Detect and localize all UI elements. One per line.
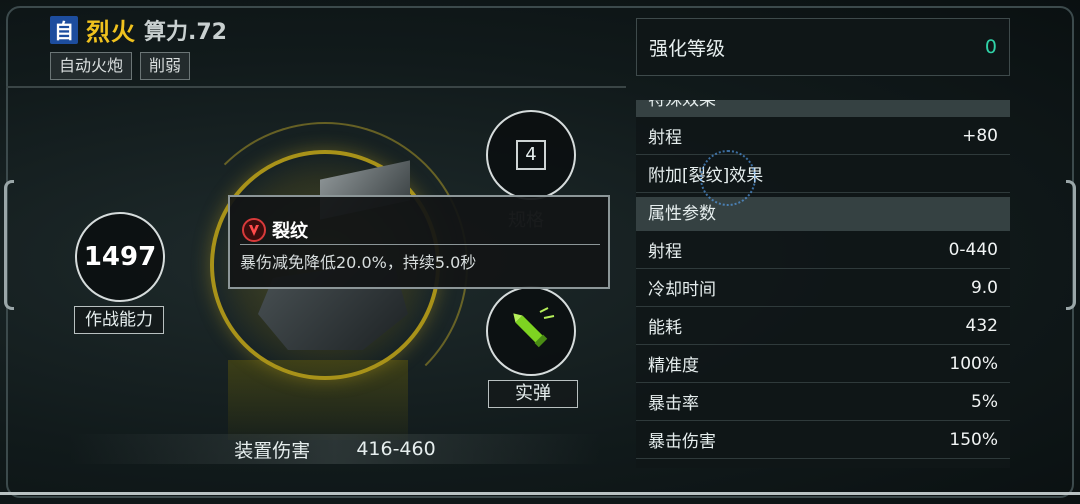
bullet-icon: [513, 307, 555, 348]
auto-badge: 自: [50, 15, 78, 44]
tooltip-title: 裂纹: [272, 221, 308, 242]
crack-tooltip: 裂纹 暴伤减免降低20.0%，持续5.0秒: [228, 195, 610, 289]
enhance-level-label: 强化等级: [649, 37, 726, 60]
touch-sparkle: [700, 150, 756, 206]
param-value: 100%: [949, 353, 998, 374]
attribute-params-header: 属性参数: [636, 197, 1010, 231]
spec-value: 4: [516, 140, 546, 170]
param-value: 0-440: [948, 239, 998, 260]
ammo-circle[interactable]: [486, 286, 576, 376]
param-value: 432: [965, 315, 998, 336]
special-effects-header: 特殊效果: [636, 100, 1010, 117]
special-row-label: 射程: [648, 128, 682, 148]
tooltip-header: 裂纹: [242, 217, 308, 243]
crack-effect-icon: [242, 218, 266, 242]
param-label: 暴击率: [648, 394, 699, 414]
spec-circle[interactable]: 4: [486, 110, 576, 200]
header-divider: [6, 86, 626, 88]
bottom-divider: [0, 492, 1080, 495]
param-row: 能耗 432: [636, 307, 1010, 345]
param-row: 暴击伤害 150%: [636, 421, 1010, 459]
param-row: 暴击率 5%: [636, 383, 1010, 421]
tooltip-divider: [240, 244, 600, 245]
param-value: 9.0: [970, 277, 998, 298]
device-damage-row: 装置伤害 416-460: [70, 434, 600, 464]
weapon-header: 自 烈火 算力.72: [50, 12, 227, 47]
weapon-power: 算力.72: [144, 19, 227, 45]
weapon-tags: 自动火炮 削弱: [50, 52, 191, 80]
tag-debuff: 削弱: [140, 52, 191, 80]
param-row: 精准度 100%: [636, 345, 1010, 383]
weapon-name: 烈火: [86, 18, 136, 46]
param-row: 冷却时间 9.0: [636, 269, 1010, 307]
stats-panel[interactable]: 特殊效果 射程 +80 附加[裂纹]效果 属性参数 射程 0-440 冷却时间 …: [636, 100, 1010, 468]
combat-power-value: 1497: [83, 242, 157, 272]
param-label: 射程: [648, 242, 682, 262]
left-bracket: [4, 180, 14, 310]
combat-power-circle: 1497: [75, 212, 165, 302]
tag-autocannon: 自动火炮: [50, 52, 133, 80]
param-label: 冷却时间: [648, 280, 716, 300]
device-damage-label: 装置伤害: [234, 439, 311, 462]
param-value: 5%: [971, 391, 998, 412]
param-label: 精准度: [648, 356, 699, 376]
enhance-level-bar[interactable]: 强化等级 0: [636, 18, 1010, 76]
param-label: 暴击伤害: [648, 432, 716, 452]
ammo-type-label: 实弹: [488, 380, 578, 408]
right-bracket: [1066, 180, 1076, 310]
param-label: 能耗: [648, 318, 682, 338]
param-value: 150%: [949, 429, 998, 450]
enhance-level-value: 0: [984, 36, 997, 58]
param-row: 射程 0-440: [636, 231, 1010, 269]
special-row: 射程 +80: [636, 117, 1010, 155]
tooltip-description: 暴伤减免降低20.0%，持续5.0秒: [240, 253, 477, 272]
special-row-value: +80: [962, 125, 998, 146]
special-row: 附加[裂纹]效果: [636, 155, 1010, 193]
combat-power-label: 作战能力: [74, 306, 164, 334]
device-damage-value: 416-460: [356, 438, 436, 460]
